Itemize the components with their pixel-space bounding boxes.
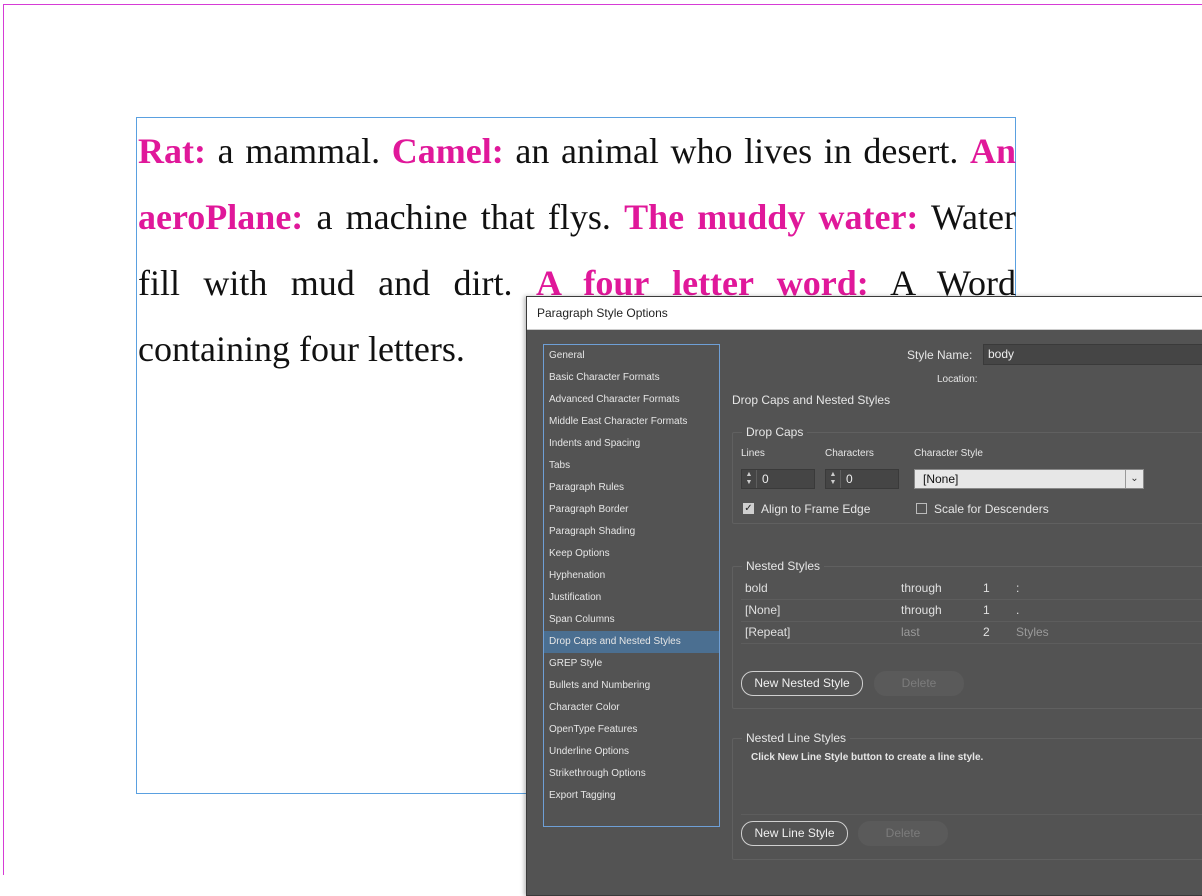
definition-camel: an animal who lives in desert.: [503, 131, 970, 171]
align-to-frame-edge-label: Align to Frame Edge: [761, 502, 871, 516]
nav-item-grep-style[interactable]: GREP Style: [544, 653, 719, 675]
chevron-down-icon[interactable]: ⌄: [1125, 470, 1143, 488]
nested-count-cell[interactable]: 1: [983, 599, 990, 621]
delete-line-style-button[interactable]: Delete: [858, 821, 948, 846]
nav-item-drop-caps-and-nested-styles[interactable]: Drop Caps and Nested Styles: [544, 631, 719, 653]
nav-item-paragraph-border[interactable]: Paragraph Border: [544, 499, 719, 521]
nested-mode-cell[interactable]: through: [901, 577, 942, 599]
nav-item-character-color[interactable]: Character Color: [544, 697, 719, 719]
nav-item-keep-options[interactable]: Keep Options: [544, 543, 719, 565]
new-line-style-button[interactable]: New Line Style: [741, 821, 848, 846]
nav-item-bullets-and-numbering[interactable]: Bullets and Numbering: [544, 675, 719, 697]
characters-value: 0: [846, 472, 853, 486]
section-title: Drop Caps and Nested Styles: [732, 393, 891, 407]
nav-item-indents-and-spacing[interactable]: Indents and Spacing: [544, 433, 719, 455]
nested-style-cell[interactable]: [None]: [745, 599, 780, 621]
options-nav-list: General Basic Character Formats Advanced…: [543, 344, 720, 827]
nested-target-cell[interactable]: :: [1016, 577, 1019, 599]
nav-item-span-columns[interactable]: Span Columns: [544, 609, 719, 631]
nav-item-paragraph-rules[interactable]: Paragraph Rules: [544, 477, 719, 499]
nested-target-cell[interactable]: .: [1016, 599, 1019, 621]
page-margin-guide-top: [3, 4, 1202, 5]
nested-line-styles-list: Click New Line Style button to create a …: [741, 748, 1202, 815]
nav-item-basic-character-formats[interactable]: Basic Character Formats: [544, 367, 719, 389]
nav-item-general[interactable]: General: [544, 345, 719, 367]
table-row[interactable]: bold through 1 :: [741, 577, 1202, 600]
nested-style-cell[interactable]: [Repeat]: [745, 621, 790, 643]
dialog-title: Paragraph Style Options: [527, 297, 1202, 330]
table-row[interactable]: [Repeat] last 2 Styles: [741, 621, 1202, 644]
nav-item-middle-east-character-formats[interactable]: Middle East Character Formats: [544, 411, 719, 433]
new-nested-style-button[interactable]: New Nested Style: [741, 671, 863, 696]
drop-caps-title: Drop Caps: [742, 425, 808, 439]
location-label: Location:: [937, 374, 978, 385]
scale-for-descenders-checkbox[interactable]: [916, 503, 927, 514]
align-to-frame-edge-checkbox[interactable]: ✓: [743, 503, 754, 514]
nav-item-hyphenation[interactable]: Hyphenation: [544, 565, 719, 587]
nav-item-strikethrough-options[interactable]: Strikethrough Options: [544, 763, 719, 785]
scale-for-descenders-label: Scale for Descenders: [934, 502, 1049, 516]
nested-styles-table: bold through 1 : [None] through 1 . [Rep…: [741, 577, 1202, 665]
definition-aeroplane: a machine that flys.: [303, 197, 625, 237]
character-style-label: Character Style: [914, 448, 983, 459]
nav-item-paragraph-shading[interactable]: Paragraph Shading: [544, 521, 719, 543]
definition-rat: a mammal.: [205, 131, 392, 171]
term-muddy-water: The muddy water:: [624, 197, 919, 237]
lines-label: Lines: [741, 448, 765, 459]
paragraph-style-options-dialog: Paragraph Style Options General Basic Ch…: [526, 296, 1202, 896]
nested-style-cell[interactable]: bold: [745, 577, 768, 599]
character-style-select[interactable]: [None] ⌄: [914, 469, 1144, 489]
lines-stepper[interactable]: ▲ ▼ 0: [741, 469, 815, 489]
characters-stepper[interactable]: ▲ ▼ 0: [825, 469, 899, 489]
nav-item-justification[interactable]: Justification: [544, 587, 719, 609]
stepper-arrows-icon[interactable]: ▲ ▼: [826, 470, 841, 488]
page-margin-guide-left: [3, 4, 4, 875]
table-row[interactable]: [None] through 1 .: [741, 599, 1202, 622]
nav-item-opentype-features[interactable]: OpenType Features: [544, 719, 719, 741]
nested-line-styles-title: Nested Line Styles: [742, 731, 851, 745]
characters-label: Characters: [825, 448, 874, 459]
nested-target-cell[interactable]: Styles: [1016, 621, 1049, 643]
nested-styles-title: Nested Styles: [742, 559, 825, 573]
nested-count-cell[interactable]: 2: [983, 621, 990, 643]
nav-item-export-tagging[interactable]: Export Tagging: [544, 785, 719, 807]
style-name-label: Style Name:: [907, 348, 973, 362]
nested-mode-cell[interactable]: last: [901, 621, 920, 643]
style-name-input[interactable]: body: [983, 344, 1202, 365]
character-style-value: [None]: [923, 472, 959, 486]
delete-nested-style-button[interactable]: Delete: [874, 671, 964, 696]
term-camel: Camel:: [391, 131, 504, 171]
nested-line-styles-hint: Click New Line Style button to create a …: [751, 752, 984, 763]
stepper-arrows-icon[interactable]: ▲ ▼: [742, 470, 757, 488]
nested-mode-cell[interactable]: through: [901, 599, 942, 621]
lines-value: 0: [762, 472, 769, 486]
term-rat: Rat:: [138, 131, 206, 171]
nav-item-underline-options[interactable]: Underline Options: [544, 741, 719, 763]
nested-count-cell[interactable]: 1: [983, 577, 990, 599]
nav-item-advanced-character-formats[interactable]: Advanced Character Formats: [544, 389, 719, 411]
nav-item-tabs[interactable]: Tabs: [544, 455, 719, 477]
